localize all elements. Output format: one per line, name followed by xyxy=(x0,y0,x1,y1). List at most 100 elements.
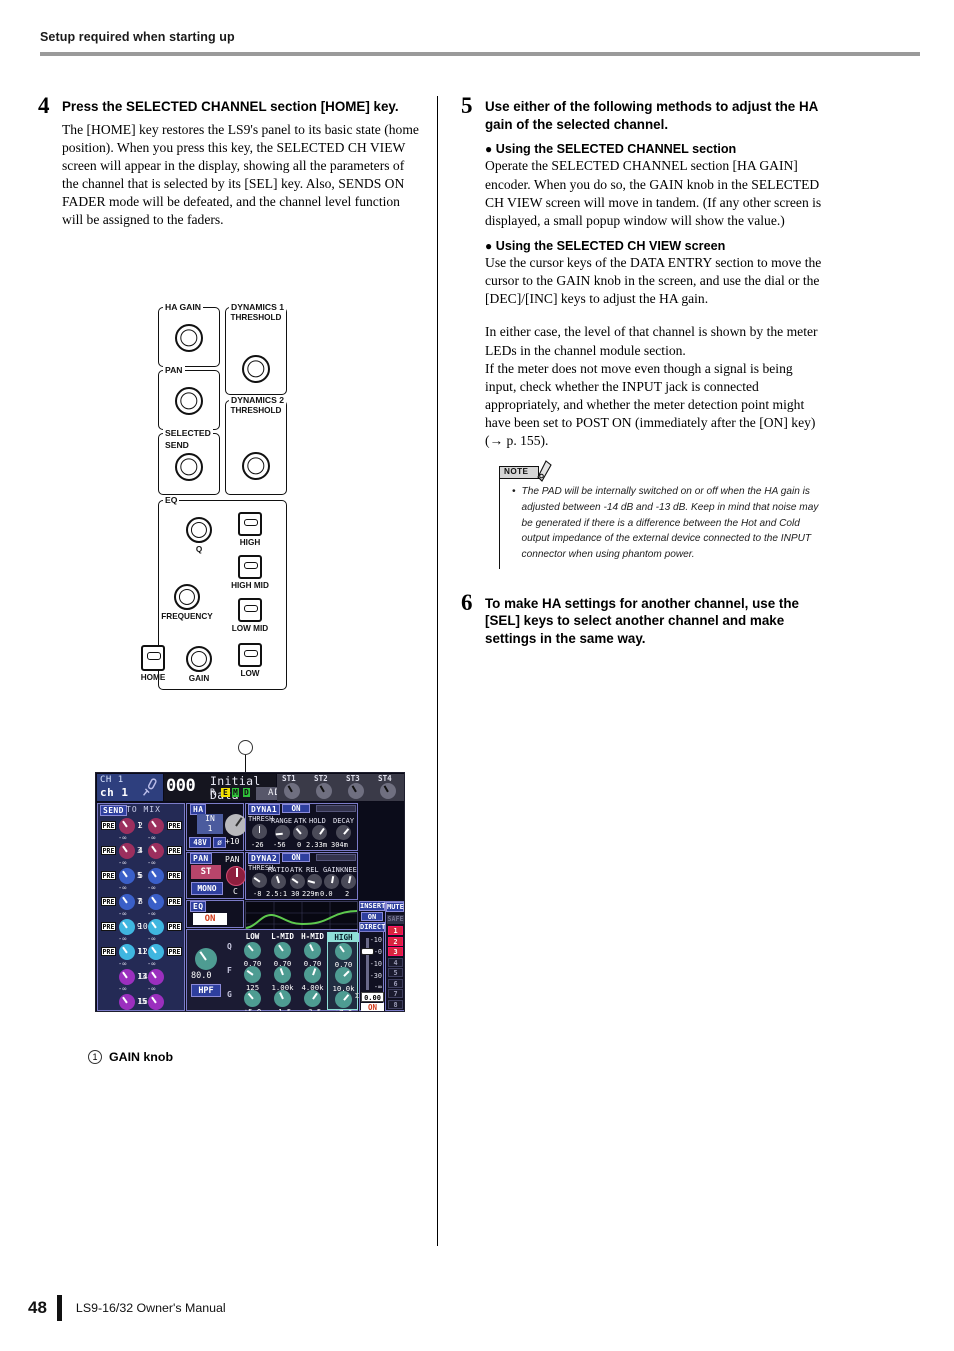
lcd-send-knob[interactable] xyxy=(119,818,135,834)
lcd-send-pre-tag[interactable]: PRE xyxy=(167,896,182,906)
lcd-hpf-knob[interactable] xyxy=(195,948,217,970)
lcd-dyna1-range-knob[interactable] xyxy=(275,825,290,840)
lcd-eq-tab[interactable]: EQ xyxy=(190,901,207,912)
lcd-send-knob[interactable] xyxy=(148,994,164,1011)
lcd-send-knob[interactable] xyxy=(119,868,135,885)
lcd-fader-handle[interactable] xyxy=(361,948,374,955)
lcd-pan-mono-button[interactable]: MONO xyxy=(191,882,223,895)
lcd-mute-group[interactable]: 2 xyxy=(388,936,403,946)
lcd-eq-f-knob[interactable] xyxy=(335,967,352,984)
lcd-scene-box[interactable]: 000 Initial Data R E M D ADMIN xyxy=(164,774,312,802)
lcd-eq-g-knob[interactable] xyxy=(304,990,321,1007)
lcd-mute-tab[interactable]: MUTE xyxy=(386,902,404,912)
lcd-eq-q-knob[interactable] xyxy=(335,943,352,960)
lcd-fader-level-value[interactable]: 0.00 xyxy=(361,992,384,1002)
eq-frequency-knob[interactable] xyxy=(174,584,200,610)
lcd-insert-tab[interactable]: INSERT xyxy=(359,901,385,911)
lcd-eq-g-knob[interactable] xyxy=(335,991,352,1008)
lcd-eq-q-knob[interactable] xyxy=(244,942,261,959)
lcd-send-pre-tag[interactable]: PRE xyxy=(167,947,182,956)
lcd-pan-tab[interactable]: PAN xyxy=(190,853,212,864)
lcd-channel-box[interactable]: CH 1 ch 1 xyxy=(97,774,163,801)
lcd-send-knob[interactable] xyxy=(148,918,164,935)
lcd-ha-gain-knob[interactable] xyxy=(225,814,247,836)
lcd-dyna2-gain-knob[interactable] xyxy=(324,874,339,889)
lcd-mute-group[interactable]: 7 xyxy=(388,989,403,998)
lcd-st3-knob[interactable] xyxy=(348,783,364,799)
lcd-send-tab[interactable]: SEND xyxy=(100,805,127,816)
lcd-ha-input-select[interactable]: IN 1 xyxy=(197,814,223,834)
lcd-mute-group[interactable]: 8 xyxy=(388,999,403,1009)
lcd-dyna1-tab[interactable]: DYNA1 xyxy=(248,804,281,815)
pan-knob[interactable] xyxy=(175,387,203,415)
lcd-eq-g-knob[interactable] xyxy=(244,990,261,1007)
selected-ch-view-screen[interactable]: CH 1 ch 1 000 Initial Data R E M D ADMIN… xyxy=(95,772,405,1012)
lcd-hpf-button[interactable]: HPF xyxy=(191,984,221,997)
lcd-eq-q-knob[interactable] xyxy=(304,942,321,959)
lcd-dyna2-atk-knob[interactable] xyxy=(290,874,305,889)
lcd-eq-band[interactable]: L-MID 0.70 1.00k -1.5 xyxy=(267,932,298,1011)
lcd-mute-group[interactable]: 5 xyxy=(388,968,403,977)
lcd-send-pre-tag[interactable]: PRE xyxy=(101,896,116,906)
lcd-send-knob[interactable] xyxy=(119,994,135,1011)
lcd-send-pre-tag[interactable]: PRE xyxy=(167,821,182,830)
home-key-button[interactable] xyxy=(141,645,165,671)
lcd-dyna2-rel-knob[interactable] xyxy=(307,874,322,889)
lcd-send-knob[interactable] xyxy=(119,918,135,935)
eq-high-button[interactable] xyxy=(238,512,262,536)
lcd-dyna1-on-button[interactable]: ON xyxy=(282,804,310,813)
lcd-dyna1-thresh-knob[interactable] xyxy=(252,824,267,839)
lcd-mute-group[interactable]: 6 xyxy=(388,978,403,988)
lcd-send-knob[interactable] xyxy=(148,868,164,885)
lcd-send-knob[interactable] xyxy=(148,893,164,910)
lcd-send-pre-tag[interactable]: PRE xyxy=(101,947,116,956)
lcd-send-pre-tag[interactable]: PRE xyxy=(101,846,116,856)
lcd-st2-knob[interactable] xyxy=(316,783,332,799)
lcd-send-knob[interactable] xyxy=(148,843,164,860)
lcd-st1-knob[interactable] xyxy=(284,783,300,799)
lcd-eq-on-button[interactable]: ON xyxy=(193,913,227,925)
lcd-st4-knob[interactable] xyxy=(380,783,396,799)
lcd-send-pre-tag[interactable]: PRE xyxy=(167,871,182,881)
lcd-send-pre-tag[interactable]: PRE xyxy=(101,821,116,830)
lcd-dyna2-tab[interactable]: DYNA2 xyxy=(248,853,281,864)
lcd-send-pre-tag[interactable]: PRE xyxy=(101,871,116,881)
lcd-pan-knob[interactable] xyxy=(226,866,246,886)
lcd-send-pre-tag[interactable]: PRE xyxy=(167,846,182,856)
dynamics-1-threshold-knob[interactable] xyxy=(242,355,270,383)
lcd-channel-on-button[interactable]: ON xyxy=(361,1003,384,1011)
eq-low-mid-button[interactable] xyxy=(238,598,262,622)
lcd-send-pre-tag[interactable]: PRE xyxy=(167,921,182,931)
lcd-send-knob[interactable] xyxy=(119,969,135,986)
lcd-dyna2-ratio-knob[interactable] xyxy=(271,874,286,889)
lcd-phantom-48v-button[interactable]: 48V xyxy=(189,837,211,848)
lcd-eq-q-knob[interactable] xyxy=(274,942,291,959)
lcd-mute-group[interactable]: 1 xyxy=(388,926,403,935)
lcd-mute-group[interactable]: 3 xyxy=(388,947,403,956)
lcd-send-knob[interactable] xyxy=(119,893,135,910)
eq-gain-knob[interactable] xyxy=(186,646,212,672)
lcd-eq-g-knob[interactable] xyxy=(274,990,291,1007)
lcd-send-knob[interactable] xyxy=(148,969,164,986)
eq-low-button[interactable] xyxy=(238,643,262,667)
lcd-dyna1-decay-knob[interactable] xyxy=(336,825,351,840)
lcd-dyna2-thresh-knob[interactable] xyxy=(252,873,267,888)
dynamics-2-threshold-knob[interactable] xyxy=(242,452,270,480)
lcd-dyna1-hold-knob[interactable] xyxy=(312,825,327,840)
lcd-fader-panel[interactable]: -10 -0 -10 -30 -∞ Σ 0.00 ON xyxy=(355,931,384,1011)
lcd-dyna2-on-button[interactable]: ON xyxy=(282,853,310,862)
lcd-insert-on-button[interactable]: ON xyxy=(361,912,383,921)
lcd-send-pre-tag[interactable]: PRE xyxy=(101,921,116,931)
lcd-eq-band[interactable]: H-MID 0.70 4.00k -3.5 xyxy=(297,932,328,1011)
lcd-send-knob[interactable] xyxy=(119,843,135,860)
lcd-pan-st-button[interactable]: ST xyxy=(191,865,221,879)
lcd-send-knob[interactable] xyxy=(148,818,164,834)
lcd-eq-f-knob[interactable] xyxy=(274,966,291,983)
lcd-mute-group[interactable]: 4 xyxy=(388,957,403,967)
eq-q-knob[interactable] xyxy=(186,517,212,543)
ha-gain-knob[interactable] xyxy=(175,324,203,352)
lcd-dyna2-knee-knob[interactable] xyxy=(341,874,356,889)
lcd-eq-band[interactable]: HIGH0.7010.0k+7.0 xyxy=(327,932,359,1011)
lcd-send-knob[interactable] xyxy=(148,944,164,960)
lcd-eq-band[interactable]: LOW 0.70 125 +5.0 xyxy=(237,932,268,1011)
